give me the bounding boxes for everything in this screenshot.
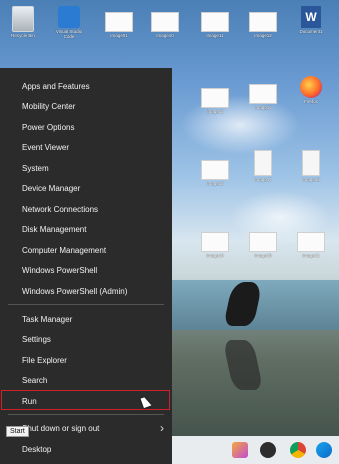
- start-tooltip: Start: [6, 426, 29, 437]
- desktop-icon-document[interactable]: Image17: [246, 150, 280, 182]
- desktop-icon-vscode[interactable]: Visual Studio Code: [52, 6, 86, 39]
- desktop-icon-firefox[interactable]: Firefox: [294, 76, 328, 104]
- vscode-icon: [58, 6, 80, 28]
- menu-item-windows-powershell[interactable]: Windows PowerShell: [0, 260, 172, 280]
- taskbar: [172, 436, 339, 464]
- firefox-icon: [300, 76, 322, 98]
- image-file-icon: [201, 160, 229, 180]
- image-file-icon: [201, 232, 229, 252]
- desktop-icon-image[interactable]: Image14: [246, 84, 280, 110]
- image-file-icon: [201, 88, 229, 108]
- menu-item-mobility-center[interactable]: Mobility Center: [0, 96, 172, 116]
- desktop-icon-image[interactable]: Image12: [246, 12, 280, 38]
- desktop-icon-image[interactable]: Image21: [294, 232, 328, 258]
- image-file-icon: [105, 12, 133, 32]
- menu-item-file-explorer[interactable]: File Explorer: [0, 350, 172, 370]
- menu-item-computer-management[interactable]: Computer Management: [0, 240, 172, 260]
- menu-item-task-manager[interactable]: Task Manager: [0, 309, 172, 329]
- image-file-icon: [249, 12, 277, 32]
- desktop-icon-document[interactable]: Image18: [294, 150, 328, 182]
- image-file-icon: [201, 12, 229, 32]
- menu-item-apps-and-features[interactable]: Apps and Features: [0, 76, 172, 96]
- desktop-icon-recycle-bin[interactable]: Recycle Bin: [6, 6, 40, 38]
- menu-item-device-manager[interactable]: Device Manager: [0, 178, 172, 198]
- menu-item-desktop[interactable]: Desktop: [0, 439, 172, 459]
- menu-item-search[interactable]: Search: [0, 370, 172, 390]
- menu-item-event-viewer[interactable]: Event Viewer: [0, 137, 172, 157]
- desktop-icon-image[interactable]: Image01: [102, 12, 136, 38]
- runner-reflection: [222, 340, 264, 390]
- edge-icon[interactable]: [260, 442, 276, 458]
- document-icon: [254, 150, 272, 176]
- image-file-icon: [249, 232, 277, 252]
- menu-divider: [8, 414, 164, 415]
- chevron-right-icon: ›: [160, 421, 164, 435]
- menu-item-power-options[interactable]: Power Options: [0, 117, 172, 137]
- menu-divider: [8, 304, 164, 305]
- word-icon: W: [301, 6, 321, 28]
- menu-item-system[interactable]: System: [0, 158, 172, 178]
- image-file-icon: [249, 84, 277, 104]
- menu-item-network-connections[interactable]: Network Connections: [0, 199, 172, 219]
- image-file-icon: [297, 232, 325, 252]
- chrome-icon[interactable]: [290, 442, 306, 458]
- desktop-icon-image[interactable]: Image11: [198, 12, 232, 38]
- document-icon: [302, 150, 320, 176]
- menu-item-settings[interactable]: Settings: [0, 329, 172, 349]
- desktop-icon-image[interactable]: Image10: [148, 12, 182, 38]
- recycle-bin-icon: [12, 6, 34, 32]
- menu-item-windows-powershell-admin[interactable]: Windows PowerShell (Admin): [0, 281, 172, 301]
- store-icon[interactable]: [316, 442, 332, 458]
- desktop-icon-image[interactable]: Image20: [246, 232, 280, 258]
- desktop-icon-image[interactable]: Image15: [198, 160, 232, 186]
- desktop-icon-word[interactable]: W Document1: [294, 6, 328, 34]
- image-file-icon: [151, 12, 179, 32]
- desktop-icon-image[interactable]: Image13: [198, 88, 232, 114]
- taskview-icon[interactable]: [232, 442, 248, 458]
- desktop-icon-image[interactable]: Image19: [198, 232, 232, 258]
- menu-item-disk-management[interactable]: Disk Management: [0, 219, 172, 239]
